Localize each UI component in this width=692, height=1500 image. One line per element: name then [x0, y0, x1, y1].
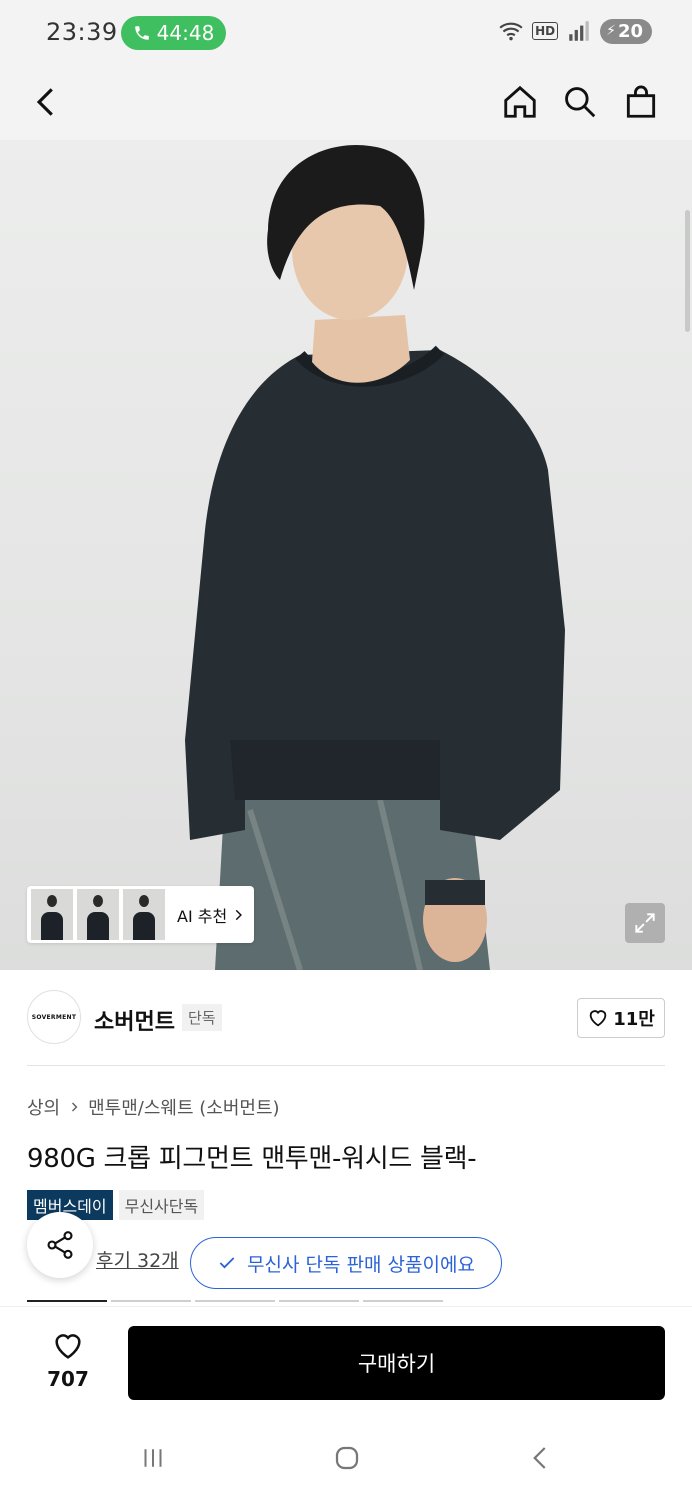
call-chip[interactable]: 44:48	[121, 16, 226, 50]
ai-recommend-strip[interactable]: AI 추천	[27, 886, 254, 943]
breadcrumb: 상의 맨투맨/스웨트 (소버먼트)	[27, 1094, 280, 1120]
signal-icon	[569, 21, 589, 41]
exclusive-notice-text: 무신사 단독 판매 상품이에요	[247, 1253, 475, 1276]
ai-recommend-button[interactable]: AI 추천	[177, 903, 245, 927]
wishlist-count: 707	[47, 1367, 89, 1391]
home-circle-icon	[335, 1446, 359, 1470]
home-icon	[504, 85, 536, 118]
brand-name[interactable]: 소버먼트	[94, 1004, 175, 1036]
exclusive-tag: 단독	[182, 1004, 222, 1031]
home-nav-button[interactable]	[322, 1436, 372, 1480]
breadcrumb-item-category[interactable]: 상의	[27, 1094, 60, 1120]
bag-icon	[626, 85, 656, 118]
buy-button[interactable]: 구매하기	[128, 1326, 665, 1400]
system-nav-bar	[0, 1416, 692, 1500]
product-title: 980G 크롭 피그먼트 맨투맨-워시드 블랙-	[27, 1144, 477, 1174]
recent-apps-button[interactable]	[128, 1436, 178, 1480]
brand-logo-text: SOVERMENT	[31, 1013, 77, 1021]
status-bar: 23:39 44:48 HD ⚡ 20	[0, 0, 692, 66]
brand-row: SOVERMENT 소버먼트 단독 11만	[27, 990, 665, 1046]
ai-recommend-label: AI 추천	[177, 906, 228, 926]
recent-apps-icon	[144, 1449, 162, 1467]
brand-logo[interactable]: SOVERMENT	[27, 990, 81, 1044]
home-button[interactable]	[495, 76, 545, 128]
heart-icon	[589, 1010, 607, 1027]
phone-icon	[134, 26, 149, 40]
brand-like-count: 11만	[613, 1009, 655, 1030]
top-header	[0, 66, 692, 140]
divider	[27, 1065, 665, 1066]
back-arrow-icon	[533, 1447, 546, 1469]
back-icon	[36, 88, 53, 116]
status-time: 23:39	[46, 18, 118, 46]
battery-icon: ⚡ 20	[600, 18, 652, 44]
share-icon	[47, 1231, 73, 1259]
expand-image-button[interactable]	[625, 903, 665, 943]
chevron-right-icon	[72, 1102, 78, 1112]
wifi-icon	[499, 22, 523, 41]
recommend-thumb[interactable]	[77, 889, 119, 940]
exclusive-notice-pill[interactable]: 무신사 단독 판매 상품이에요	[190, 1237, 502, 1289]
back-nav-button[interactable]	[516, 1436, 566, 1480]
brand-like-button[interactable]: 11만	[577, 998, 665, 1038]
product-image-gallery[interactable]: AI 추천	[0, 140, 692, 970]
page-scrollbar[interactable]	[685, 210, 690, 332]
musinsa-exclusive-tag: 무신사단독	[118, 1190, 205, 1220]
search-button[interactable]	[555, 76, 605, 128]
call-duration: 44:48	[156, 21, 215, 45]
product-photo	[185, 144, 565, 970]
review-link[interactable]: 후기 32개	[96, 1246, 179, 1273]
battery-level: 20	[617, 20, 643, 42]
heart-icon	[55, 1334, 81, 1359]
check-icon	[219, 1257, 235, 1269]
chevron-right-icon	[235, 909, 243, 920]
recommend-thumb[interactable]	[123, 889, 165, 940]
recommend-thumb[interactable]	[31, 889, 73, 940]
breadcrumb-item-subcategory[interactable]: 맨투맨/스웨트 (소버먼트)	[88, 1094, 279, 1120]
share-button[interactable]	[27, 1212, 93, 1278]
cart-button[interactable]	[616, 76, 666, 128]
search-icon	[565, 87, 596, 118]
expand-icon	[635, 913, 655, 933]
back-button[interactable]	[22, 76, 72, 128]
wishlist-button[interactable]: 707	[40, 1329, 96, 1391]
hd-badge: HD	[532, 22, 559, 40]
purchase-bar: 707 구매하기	[0, 1306, 692, 1416]
